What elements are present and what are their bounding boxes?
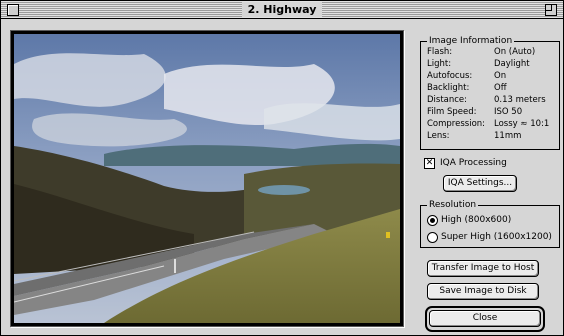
- resolution-group: Resolution High (800x600) Super High (16…: [420, 199, 560, 248]
- resolution-super-high-label[interactable]: Super High (1600x1200): [441, 231, 552, 243]
- photo-preview: [14, 34, 400, 323]
- iqa-processing-checkbox[interactable]: ✕: [424, 158, 435, 169]
- resolution-high-label[interactable]: High (800x600): [441, 214, 511, 226]
- transfer-image-button[interactable]: Transfer Image to Host: [427, 260, 539, 277]
- image-information-title: Image Information: [427, 35, 515, 47]
- window-title: 2. Highway: [241, 2, 323, 17]
- resolution-super-high-radio[interactable]: [427, 232, 438, 243]
- photo-preview-frame: [10, 30, 404, 327]
- iqa-processing-label[interactable]: IQA Processing: [440, 157, 507, 169]
- close-button-default-ring: Close: [425, 306, 545, 332]
- iqa-settings-button[interactable]: IQA Settings...: [443, 175, 517, 192]
- title-bar[interactable]: 2. Highway: [1, 1, 563, 19]
- resolution-high-radio[interactable]: [427, 215, 438, 226]
- save-image-button[interactable]: Save Image to Disk: [427, 283, 539, 300]
- resolution-title: Resolution: [427, 199, 479, 211]
- close-button[interactable]: Close: [429, 310, 541, 327]
- image-information-group: Image Information Flash: On (Auto) Light:…: [420, 35, 560, 150]
- window-zoom-box[interactable]: [545, 4, 557, 16]
- camera-image-window: 2. Highway Image Information Flash: On (…: [0, 0, 564, 336]
